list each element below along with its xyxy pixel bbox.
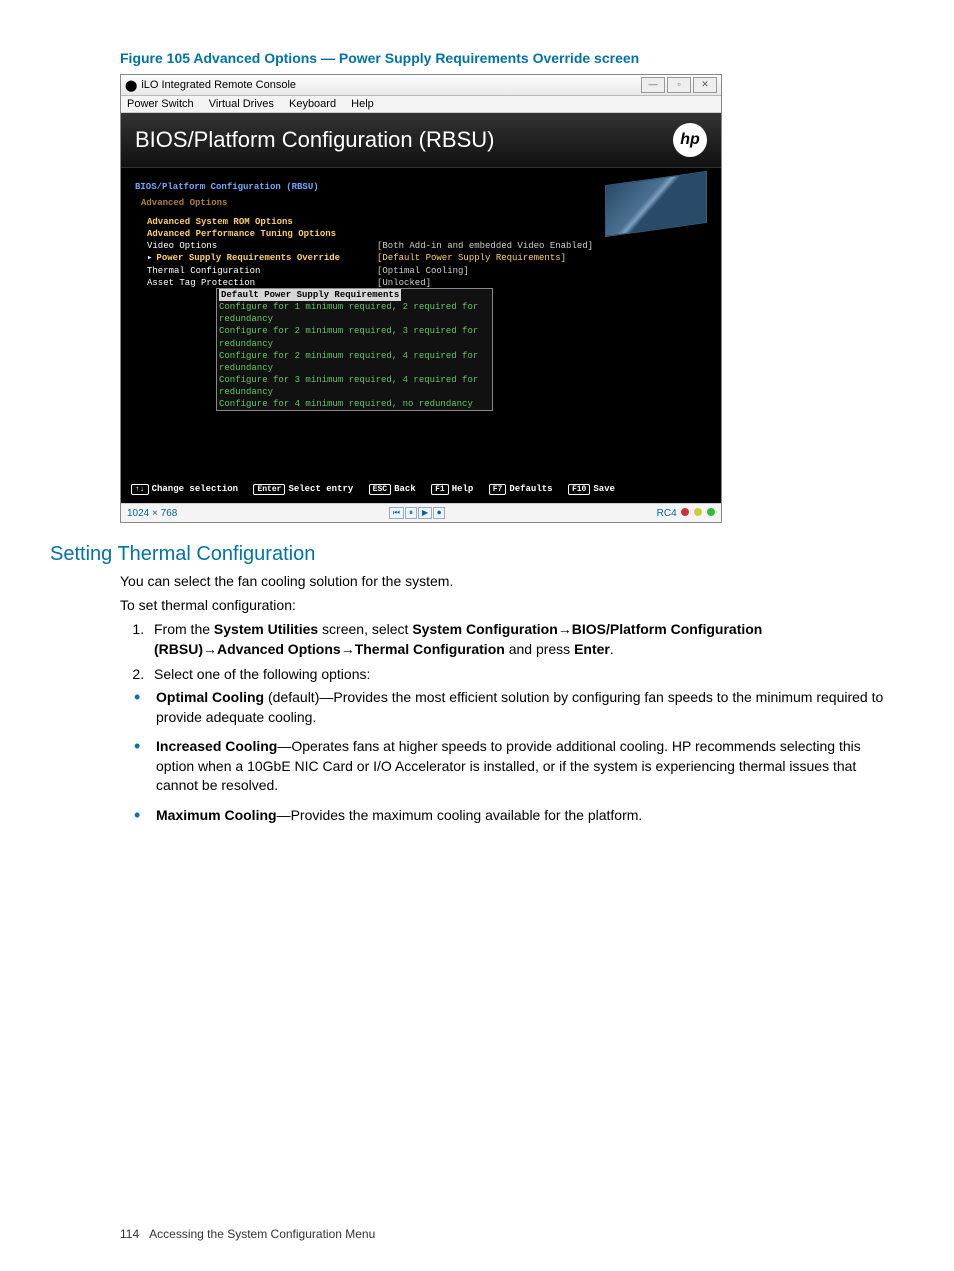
page-number: 114 (120, 1227, 139, 1241)
key-f1: F1 (431, 484, 449, 495)
key-f10: F10 (568, 484, 590, 495)
status-resolution: 1024 × 768 (127, 508, 177, 519)
bios-header: BIOS/Platform Configuration (RBSU) hp (121, 113, 721, 168)
lead-in: To set thermal configuration: (120, 596, 894, 616)
options-bullets: Optimal Cooling (default)—Provides the m… (120, 688, 894, 826)
t: (default)—Provides the most efficient so… (156, 689, 883, 725)
bios-title: BIOS/Platform Configuration (RBSU) (135, 127, 494, 153)
status-rc: RC4 (657, 508, 677, 519)
t: Maximum Cooling (156, 807, 277, 823)
sb-btn-2[interactable]: ⏸ (405, 507, 417, 519)
hp-logo-icon: hp (673, 123, 707, 157)
t: screen, select (318, 621, 412, 637)
t: . (610, 641, 614, 657)
opt-thermal[interactable]: Thermal Configuration (147, 265, 377, 277)
opt-adv-perf[interactable]: Advanced Performance Tuning Options (147, 228, 377, 240)
close-button[interactable]: ✕ (693, 77, 717, 93)
bullet-increased: Increased Cooling—Operates fans at highe… (148, 737, 894, 796)
t: System Configuration (412, 621, 557, 637)
key-f1-label: Help (452, 484, 474, 494)
opt-video-value: [Both Add-in and embedded Video Enabled] (377, 240, 593, 252)
bios-screen: BIOS/Platform Configuration (RBSU) hp BI… (121, 113, 721, 503)
opt-video[interactable]: Video Options (147, 240, 377, 252)
t: Advanced Options (217, 641, 341, 657)
figure-caption: Figure 105 Advanced Options — Power Supp… (120, 50, 894, 66)
section-heading: Setting Thermal Configuration (50, 543, 894, 566)
key-esc: ESC (369, 484, 391, 495)
t: —Provides the maximum cooling available … (277, 807, 643, 823)
popup-option[interactable]: Configure for 4 minimum required, no red… (217, 398, 492, 410)
popup-selected[interactable]: Default Power Supply Requirements (219, 289, 401, 301)
t: and press (505, 641, 574, 657)
key-esc-label: Back (394, 484, 416, 494)
led-green-icon (707, 508, 715, 516)
intro-paragraph: You can select the fan cooling solution … (120, 572, 894, 592)
bullet-maximum: Maximum Cooling—Provides the maximum coo… (148, 806, 894, 826)
window-title: iLO Integrated Remote Console (141, 79, 296, 91)
key-arrows: ↑↓ (131, 484, 149, 495)
screenshot-frame: ⬤ iLO Integrated Remote Console — ▫ ✕ Po… (120, 74, 722, 523)
selection-marker-icon: ▸ (147, 253, 152, 263)
led-yellow-icon (694, 508, 702, 516)
t: Thermal Configuration (355, 641, 505, 657)
app-icon: ⬤ (125, 79, 137, 92)
t: Optimal Cooling (156, 689, 264, 705)
opt-adv-rom[interactable]: Advanced System ROM Options (147, 216, 377, 228)
menu-power-switch[interactable]: Power Switch (127, 98, 194, 110)
t: From the (154, 621, 214, 637)
sb-btn-3[interactable]: ▶ (418, 507, 432, 519)
bios-key-help: ↑↓Change selection EnterSelect entry ESC… (131, 484, 711, 495)
statusbar: 1024 × 768 ⏮ ⏸ ▶ ⏺ RC4 (121, 503, 721, 522)
t: Enter (574, 641, 610, 657)
t: Increased Cooling (156, 738, 277, 754)
opt-power-supply[interactable]: Power Supply Requirements Override (156, 253, 340, 263)
key-f10-label: Save (593, 484, 615, 494)
key-f7-label: Defaults (509, 484, 552, 494)
opt-power-supply-value: [Default Power Supply Requirements] (377, 252, 566, 264)
led-red-icon (681, 508, 689, 516)
step-1: From the System Utilities screen, select… (148, 619, 894, 660)
opt-thermal-value: [Optimal Cooling] (377, 265, 469, 277)
dropdown-popup[interactable]: Default Power Supply Requirements Config… (216, 288, 493, 411)
maximize-button[interactable]: ▫ (667, 77, 691, 93)
steps-list: From the System Utilities screen, select… (120, 619, 894, 684)
page-footer: 114 Accessing the System Configuration M… (120, 1227, 375, 1241)
key-f7: F7 (489, 484, 507, 495)
menu-help[interactable]: Help (351, 98, 374, 110)
window-titlebar: ⬤ iLO Integrated Remote Console — ▫ ✕ (121, 75, 721, 96)
menu-keyboard[interactable]: Keyboard (289, 98, 336, 110)
key-enter-label: Select entry (288, 484, 353, 494)
popup-option[interactable]: Configure for 1 minimum required, 2 requ… (217, 301, 492, 325)
step-2: Select one of the following options: (148, 664, 894, 684)
footer-text: Accessing the System Configuration Menu (149, 1227, 375, 1241)
popup-option[interactable]: Configure for 3 minimum required, 4 requ… (217, 374, 492, 398)
key-arrows-label: Change selection (152, 484, 238, 494)
key-enter: Enter (253, 484, 285, 495)
menu-virtual-drives[interactable]: Virtual Drives (209, 98, 274, 110)
minimize-button[interactable]: — (641, 77, 665, 93)
t: System Utilities (214, 621, 318, 637)
popup-option[interactable]: Configure for 2 minimum required, 3 requ… (217, 325, 492, 349)
bullet-optimal: Optimal Cooling (default)—Provides the m… (148, 688, 894, 727)
sb-btn-4[interactable]: ⏺ (433, 507, 445, 519)
sb-btn-1[interactable]: ⏮ (389, 507, 404, 519)
popup-option[interactable]: Configure for 2 minimum required, 4 requ… (217, 350, 492, 374)
menubar: Power Switch Virtual Drives Keyboard Hel… (121, 96, 721, 113)
